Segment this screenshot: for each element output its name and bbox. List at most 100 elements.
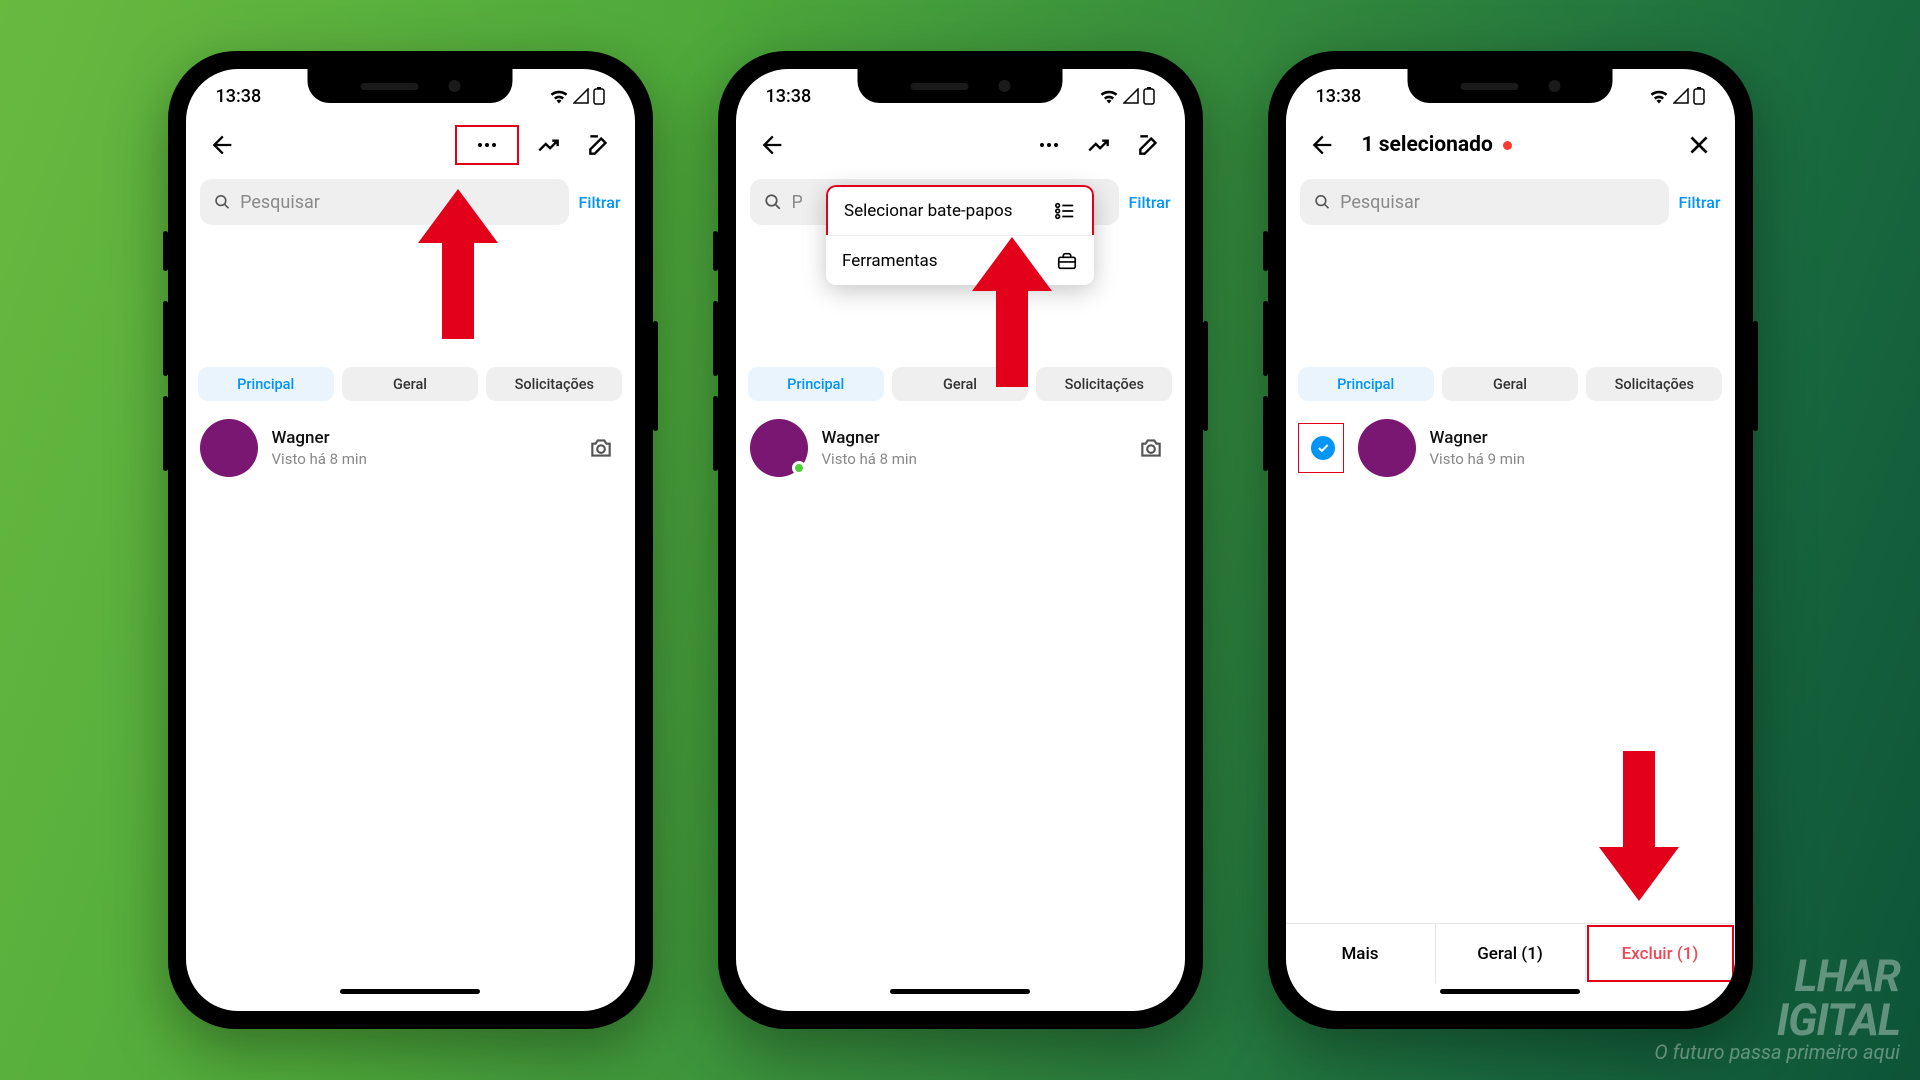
more-button[interactable] [455, 125, 519, 165]
avatar[interactable] [750, 419, 808, 477]
compose-button[interactable] [579, 125, 619, 165]
side-button [163, 231, 168, 271]
close-icon [1686, 132, 1712, 158]
search-icon [214, 193, 231, 211]
online-dot [792, 461, 806, 475]
menu-label: Selecionar bate-papos [844, 201, 1012, 221]
chat-row[interactable]: Wagner Visto há 8 min [186, 409, 635, 487]
annotation-arrow [1583, 741, 1695, 901]
chat-info: Wagner Visto há 8 min [272, 428, 567, 468]
status-icons [1099, 87, 1155, 105]
tab-geral[interactable]: Geral [342, 367, 478, 401]
filter-link[interactable]: Filtrar [1679, 193, 1721, 212]
avatar[interactable] [1358, 419, 1416, 477]
side-button [713, 231, 718, 271]
topbar [186, 117, 635, 173]
filter-link[interactable]: Filtrar [1129, 193, 1171, 212]
notch [308, 69, 513, 103]
action-more[interactable]: Mais [1286, 924, 1436, 983]
screen-1: 13:38 [186, 69, 635, 1011]
arrow-left-icon [208, 131, 236, 159]
arrow-left-icon [1308, 131, 1336, 159]
side-button [1263, 396, 1268, 471]
screen-2: 13:38 [736, 69, 1185, 1011]
unread-dot-icon [1503, 141, 1512, 150]
list-check-icon [1054, 200, 1076, 222]
side-button [1203, 321, 1208, 431]
selection-count-label: 1 selecionado [1362, 133, 1493, 157]
chat-name: Wagner [272, 428, 567, 448]
watermark: LHAR IGITAL O futuro passa primeiro aqui [1654, 954, 1900, 1062]
selection-title: 1 selecionado [1362, 133, 1512, 157]
camera-icon [1138, 435, 1164, 461]
chat-name: Wagner [1430, 428, 1721, 448]
wifi-icon [1649, 88, 1669, 104]
home-indicator [186, 983, 635, 1011]
selection-highlight [1298, 423, 1344, 473]
tab-geral[interactable]: Geral [1442, 367, 1578, 401]
signal-icon [573, 88, 589, 104]
status-time: 13:38 [766, 86, 812, 107]
check-icon [1316, 441, 1330, 455]
compose-button[interactable] [1129, 125, 1169, 165]
camera-button[interactable] [581, 428, 621, 468]
status-icons [549, 87, 605, 105]
menu-select-chats[interactable]: Selecionar bate-papos [826, 185, 1094, 235]
tab-solicitacoes[interactable]: Solicitações [1586, 367, 1722, 401]
wifi-icon [1099, 88, 1119, 104]
compose-icon [586, 132, 612, 158]
side-button [713, 301, 718, 376]
more-button[interactable] [1029, 125, 1069, 165]
status-time: 13:38 [216, 86, 262, 107]
back-button[interactable] [1302, 125, 1342, 165]
action-general[interactable]: Geral (1) [1436, 924, 1586, 983]
status-time: 13:38 [1316, 86, 1362, 107]
tab-solicitacoes[interactable]: Solicitações [486, 367, 622, 401]
side-button [653, 321, 658, 431]
wifi-icon [549, 88, 569, 104]
topbar-selection: 1 selecionado [1286, 117, 1735, 173]
search-input[interactable] [1340, 192, 1654, 213]
camera-icon [588, 435, 614, 461]
watermark-sub: O futuro passa primeiro aqui [1654, 1042, 1900, 1062]
notch [1408, 69, 1613, 103]
close-button[interactable] [1679, 125, 1719, 165]
chat-row[interactable]: Wagner Visto há 8 min [736, 409, 1185, 487]
chat-name: Wagner [822, 428, 1117, 448]
trending-button[interactable] [1079, 125, 1119, 165]
notch [858, 69, 1063, 103]
side-button [163, 396, 168, 471]
selected-checkbox[interactable] [1311, 436, 1335, 460]
tab-principal[interactable]: Principal [1298, 367, 1434, 401]
back-button[interactable] [202, 125, 242, 165]
side-button [1263, 301, 1268, 376]
camera-button[interactable] [1131, 428, 1171, 468]
search-row: Filtrar [1286, 173, 1735, 231]
chat-info: Wagner Visto há 8 min [822, 428, 1117, 468]
tabs: Principal Geral Solicitações [1286, 359, 1735, 409]
home-indicator [736, 983, 1185, 1011]
tab-principal[interactable]: Principal [198, 367, 334, 401]
status-icons [1649, 87, 1705, 105]
annotation-arrow [402, 189, 514, 349]
phone-2: 13:38 [718, 51, 1203, 1029]
menu-label: Ferramentas [842, 251, 938, 271]
screen-3: 13:38 1 selecionado [1286, 69, 1735, 1011]
avatar[interactable] [200, 419, 258, 477]
search-box[interactable] [1300, 179, 1669, 225]
trending-button[interactable] [529, 125, 569, 165]
topbar [736, 117, 1185, 173]
side-button [1753, 321, 1758, 431]
annotation-arrow [956, 237, 1068, 397]
back-button[interactable] [752, 125, 792, 165]
filter-link[interactable]: Filtrar [579, 193, 621, 212]
search-input[interactable] [792, 192, 802, 213]
tab-principal[interactable]: Principal [748, 367, 884, 401]
chat-subtext: Visto há 8 min [272, 450, 567, 468]
side-button [713, 396, 718, 471]
search-icon [1314, 193, 1331, 211]
chat-row-selected[interactable]: Wagner Visto há 9 min [1286, 409, 1735, 487]
watermark-line1: LHAR [1654, 954, 1900, 998]
watermark-line2: IGITAL [1654, 998, 1900, 1042]
arrow-left-icon [758, 131, 786, 159]
